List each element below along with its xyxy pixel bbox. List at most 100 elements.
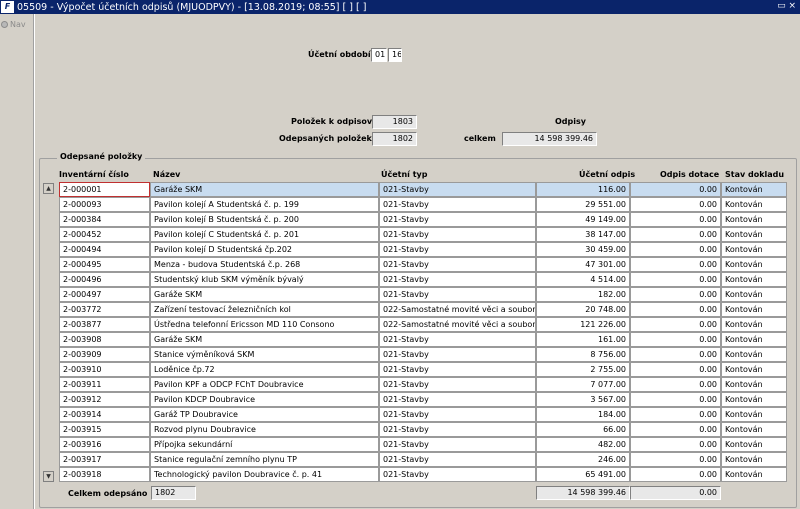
- table-row[interactable]: 2-003914 Garáž TP Doubravice 021-Stavby …: [59, 407, 787, 422]
- inventory-cell[interactable]: 2-000452: [59, 227, 150, 242]
- status-cell[interactable]: Kontován: [721, 332, 787, 347]
- table-row[interactable]: 2-000001 Garáže SKM 021-Stavby 116.00 0.…: [59, 182, 787, 197]
- type-cell[interactable]: 021-Stavby: [379, 377, 536, 392]
- dotace-cell[interactable]: 0.00: [630, 347, 721, 362]
- dotace-cell[interactable]: 0.00: [630, 362, 721, 377]
- type-cell[interactable]: 021-Stavby: [379, 257, 536, 272]
- type-cell[interactable]: 022-Samostatné movité věci a soubory mo: [379, 302, 536, 317]
- inventory-cell[interactable]: 2-003910: [59, 362, 150, 377]
- odpis-cell[interactable]: 482.00: [536, 437, 630, 452]
- inventory-cell[interactable]: 2-003916: [59, 437, 150, 452]
- name-cell[interactable]: Technologický pavilon Doubravice č. p. 4…: [150, 467, 379, 482]
- odpis-cell[interactable]: 121 226.00: [536, 317, 630, 332]
- name-cell[interactable]: Přípojka sekundární: [150, 437, 379, 452]
- name-cell[interactable]: Garáž TP Doubravice: [150, 407, 379, 422]
- odpis-cell[interactable]: 7 077.00: [536, 377, 630, 392]
- type-cell[interactable]: 021-Stavby: [379, 182, 536, 197]
- status-cell[interactable]: Kontován: [721, 302, 787, 317]
- odpis-cell[interactable]: 29 551.00: [536, 197, 630, 212]
- table-row[interactable]: 2-003915 Rozvod plynu Doubravice 021-Sta…: [59, 422, 787, 437]
- inventory-cell[interactable]: 2-000001: [59, 182, 150, 197]
- type-cell[interactable]: 021-Stavby: [379, 197, 536, 212]
- status-cell[interactable]: Kontován: [721, 392, 787, 407]
- table-row[interactable]: 2-003877 Ústředna telefonní Ericsson MD …: [59, 317, 787, 332]
- table-row[interactable]: 2-003772 Zařízení testovací železničních…: [59, 302, 787, 317]
- type-cell[interactable]: 021-Stavby: [379, 242, 536, 257]
- name-cell[interactable]: Ústředna telefonní Ericsson MD 110 Conso…: [150, 317, 379, 332]
- name-cell[interactable]: Stanice výměníková SKM: [150, 347, 379, 362]
- type-cell[interactable]: 021-Stavby: [379, 422, 536, 437]
- inventory-cell[interactable]: 2-000384: [59, 212, 150, 227]
- nav-button[interactable]: Nav: [1, 20, 26, 29]
- name-cell[interactable]: Garáže SKM: [150, 182, 379, 197]
- name-cell[interactable]: Pavilon kolejí C Studentská č. p. 201: [150, 227, 379, 242]
- odpis-cell[interactable]: 116.00: [536, 182, 630, 197]
- status-cell[interactable]: Kontován: [721, 422, 787, 437]
- inventory-cell[interactable]: 2-000497: [59, 287, 150, 302]
- inventory-cell[interactable]: 2-003877: [59, 317, 150, 332]
- odpis-cell[interactable]: 49 149.00: [536, 212, 630, 227]
- status-cell[interactable]: Kontován: [721, 182, 787, 197]
- inventory-cell[interactable]: 2-003772: [59, 302, 150, 317]
- status-cell[interactable]: Kontován: [721, 272, 787, 287]
- dotace-cell[interactable]: 0.00: [630, 242, 721, 257]
- dotace-cell[interactable]: 0.00: [630, 197, 721, 212]
- dotace-cell[interactable]: 0.00: [630, 437, 721, 452]
- table-row[interactable]: 2-000093 Pavilon kolejí A Studentská č. …: [59, 197, 787, 212]
- odpis-cell[interactable]: 4 514.00: [536, 272, 630, 287]
- odpis-cell[interactable]: 182.00: [536, 287, 630, 302]
- inventory-cell[interactable]: 2-003911: [59, 377, 150, 392]
- odpis-cell[interactable]: 47 301.00: [536, 257, 630, 272]
- odpis-cell[interactable]: 20 748.00: [536, 302, 630, 317]
- period-month-field[interactable]: 01: [371, 48, 387, 62]
- table-row[interactable]: 2-000494 Pavilon kolejí D Studentská čp.…: [59, 242, 787, 257]
- name-cell[interactable]: Rozvod plynu Doubravice: [150, 422, 379, 437]
- type-cell[interactable]: 021-Stavby: [379, 347, 536, 362]
- odpis-cell[interactable]: 184.00: [536, 407, 630, 422]
- restore-close-icon[interactable]: ▭ ×: [777, 1, 796, 11]
- type-cell[interactable]: 021-Stavby: [379, 272, 536, 287]
- dotace-cell[interactable]: 0.00: [630, 377, 721, 392]
- name-cell[interactable]: Pavilon kolejí B Studentská č. p. 200: [150, 212, 379, 227]
- inventory-cell[interactable]: 2-000093: [59, 197, 150, 212]
- table-row[interactable]: 2-003912 Pavilon KDCP Doubravice 021-Sta…: [59, 392, 787, 407]
- status-cell[interactable]: Kontován: [721, 377, 787, 392]
- status-cell[interactable]: Kontován: [721, 257, 787, 272]
- dotace-cell[interactable]: 0.00: [630, 182, 721, 197]
- odpis-cell[interactable]: 65 491.00: [536, 467, 630, 482]
- odpis-cell[interactable]: 66.00: [536, 422, 630, 437]
- dotace-cell[interactable]: 0.00: [630, 287, 721, 302]
- dotace-cell[interactable]: 0.00: [630, 257, 721, 272]
- name-cell[interactable]: Menza - budova Studentská č.p. 268: [150, 257, 379, 272]
- inventory-cell[interactable]: 2-003914: [59, 407, 150, 422]
- period-year-field[interactable]: 16: [388, 48, 402, 62]
- scroll-up-icon[interactable]: ▲: [43, 183, 54, 194]
- inventory-cell[interactable]: 2-003908: [59, 332, 150, 347]
- status-cell[interactable]: Kontován: [721, 347, 787, 362]
- dotace-cell[interactable]: 0.00: [630, 332, 721, 347]
- table-row[interactable]: 2-003916 Přípojka sekundární 021-Stavby …: [59, 437, 787, 452]
- dotace-cell[interactable]: 0.00: [630, 452, 721, 467]
- dotace-cell[interactable]: 0.00: [630, 392, 721, 407]
- type-cell[interactable]: 022-Samostatné movité věci a soubory mo: [379, 317, 536, 332]
- table-row[interactable]: 2-003917 Stanice regulační zemního plynu…: [59, 452, 787, 467]
- status-cell[interactable]: Kontován: [721, 212, 787, 227]
- table-row[interactable]: 2-000497 Garáže SKM 021-Stavby 182.00 0.…: [59, 287, 787, 302]
- dotace-cell[interactable]: 0.00: [630, 272, 721, 287]
- dotace-cell[interactable]: 0.00: [630, 467, 721, 482]
- dotace-cell[interactable]: 0.00: [630, 407, 721, 422]
- type-cell[interactable]: 021-Stavby: [379, 437, 536, 452]
- dotace-cell[interactable]: 0.00: [630, 317, 721, 332]
- type-cell[interactable]: 021-Stavby: [379, 287, 536, 302]
- inventory-cell[interactable]: 2-003912: [59, 392, 150, 407]
- odpis-cell[interactable]: 38 147.00: [536, 227, 630, 242]
- table-row[interactable]: 2-003909 Stanice výměníková SKM 021-Stav…: [59, 347, 787, 362]
- dotace-cell[interactable]: 0.00: [630, 422, 721, 437]
- type-cell[interactable]: 021-Stavby: [379, 332, 536, 347]
- name-cell[interactable]: Pavilon kolejí D Studentská čp.202: [150, 242, 379, 257]
- status-cell[interactable]: Kontován: [721, 227, 787, 242]
- dotace-cell[interactable]: 0.00: [630, 302, 721, 317]
- type-cell[interactable]: 021-Stavby: [379, 407, 536, 422]
- dotace-cell[interactable]: 0.00: [630, 212, 721, 227]
- status-cell[interactable]: Kontován: [721, 407, 787, 422]
